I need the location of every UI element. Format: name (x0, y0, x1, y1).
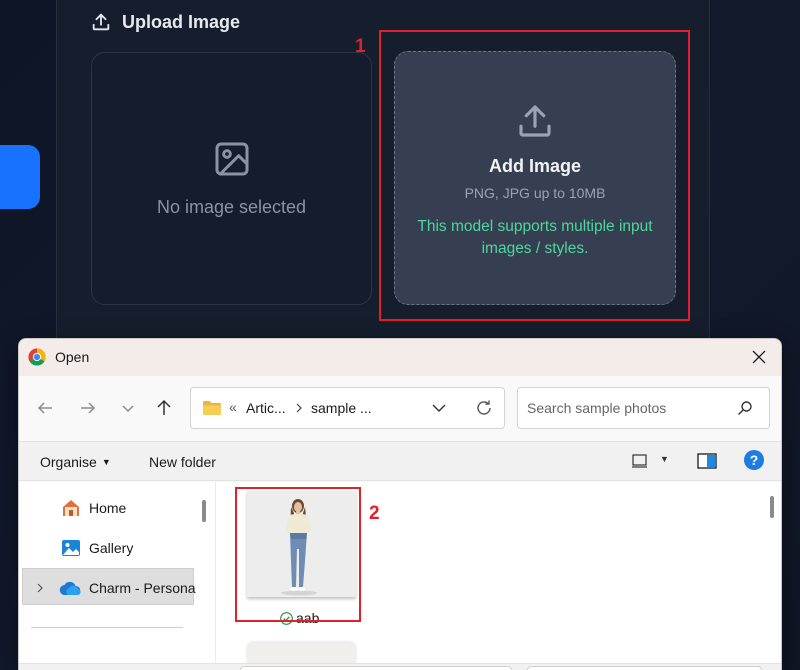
highlight-box-1 (379, 30, 690, 321)
sidebar-item-label: Home (89, 500, 127, 516)
sidebar-scrollbar[interactable] (202, 500, 206, 522)
breadcrumb-segment[interactable]: Artic... (246, 400, 286, 416)
svg-text:?: ? (750, 452, 759, 468)
image-preview-box: No image selected (91, 52, 372, 305)
upload-heading-text: Upload Image (122, 11, 241, 32)
highlight-box-2 (235, 487, 361, 622)
side-tab[interactable] (0, 145, 40, 209)
gallery-icon (62, 540, 80, 556)
dialog-titlebar: Open (19, 339, 781, 376)
up-arrow-icon[interactable] (154, 398, 174, 418)
organise-menu[interactable]: Organise ▼ (40, 454, 111, 470)
new-folder-button[interactable]: New folder (149, 454, 216, 470)
sidebar-divider (31, 627, 183, 628)
dialog-title: Open (55, 349, 90, 365)
navigation-pane: Home Gallery Charm - Persona (19, 482, 212, 670)
file-thumbnail[interactable] (247, 643, 356, 663)
sidebar-item-label: Gallery (89, 540, 134, 556)
sidebar-item-onedrive[interactable]: Charm - Persona (35, 576, 207, 600)
upload-icon (92, 13, 110, 31)
back-arrow-icon[interactable] (35, 398, 55, 418)
caret-down-icon: ▼ (101, 457, 111, 467)
file-type-dropdown[interactable] (527, 666, 762, 670)
upload-heading: Upload Image (90, 10, 240, 34)
search-icon[interactable] (737, 400, 753, 416)
address-bar[interactable]: « Artic... sample ... (190, 387, 505, 429)
forward-arrow-icon[interactable] (78, 398, 98, 418)
home-icon (63, 500, 79, 516)
step-number-2: 2 (369, 503, 380, 524)
step-number-1: 1 (355, 36, 366, 57)
folder-icon (203, 401, 221, 415)
organise-label: Organise (40, 454, 97, 470)
refresh-icon[interactable] (474, 398, 494, 418)
chrome-icon (28, 348, 46, 366)
dialog-toolbar: Organise ▼ New folder ▼ ? (19, 441, 781, 481)
breadcrumb-chevron-icon (296, 403, 302, 413)
sidebar-item-home[interactable]: Home (61, 496, 126, 520)
file-pane-scrollbar[interactable] (770, 496, 774, 518)
breadcrumb-segment[interactable]: sample ... (311, 400, 372, 416)
help-icon[interactable]: ? (743, 449, 765, 471)
recent-locations-chevron-icon[interactable] (118, 398, 138, 418)
image-placeholder-icon (215, 142, 248, 176)
sidebar-item-label: Charm - Persona (89, 580, 196, 596)
path-overflow[interactable]: « (229, 399, 237, 415)
chevron-down-icon[interactable] (432, 402, 446, 414)
view-options-icon[interactable] (631, 452, 649, 470)
preview-pane-icon[interactable] (697, 452, 717, 470)
sidebar-item-gallery[interactable]: Gallery (61, 536, 133, 560)
search-box (517, 387, 770, 429)
search-input[interactable] (527, 398, 727, 418)
view-caret-icon[interactable]: ▼ (660, 454, 669, 464)
dialog-content: Home Gallery Charm - Persona aab (19, 482, 781, 670)
filename-field[interactable] (240, 666, 512, 670)
close-icon[interactable] (749, 347, 769, 367)
no-image-text: No image selected (156, 197, 307, 217)
onedrive-cloud-icon (59, 581, 81, 596)
open-file-dialog: Open « Artic... sample ... Organise ▼ New… (18, 338, 782, 670)
expand-chevron-icon[interactable] (35, 583, 45, 593)
